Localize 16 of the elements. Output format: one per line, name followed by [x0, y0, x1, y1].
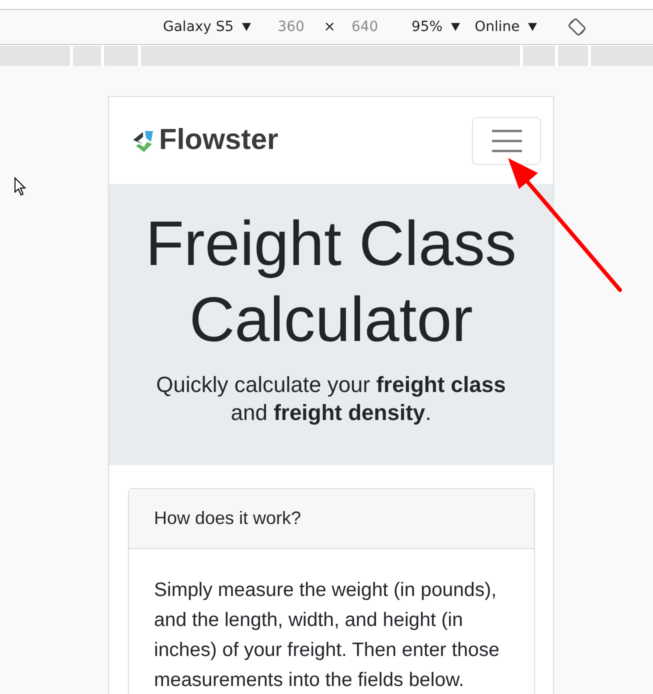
page-title: Freight Class Calculator [144, 208, 518, 357]
caret-icon [528, 23, 537, 31]
network-dropdown[interactable]: Online [474, 19, 537, 35]
zoom-dropdown[interactable]: 95% [411, 19, 460, 35]
brand-name[interactable]: Flowster [159, 124, 278, 157]
menu-icon [490, 128, 522, 152]
rotate-icon[interactable] [566, 17, 587, 37]
mouse-pointer-icon [14, 177, 26, 196]
dimension-separator: × [324, 19, 336, 35]
device-dropdown[interactable]: Galaxy S5 [163, 19, 251, 35]
caret-icon [242, 23, 251, 31]
caret-icon [450, 23, 460, 31]
page-subtitle: Quickly calculate your freight class and freight density. [155, 371, 507, 427]
card-text: Simply measure the weight (in pounds), and the length, width, and height (in inches) of your freight. Then enter those measurements into the fields below. [153, 578, 500, 693]
card-header: How does it work? [154, 508, 302, 529]
menu-button[interactable] [472, 116, 541, 164]
